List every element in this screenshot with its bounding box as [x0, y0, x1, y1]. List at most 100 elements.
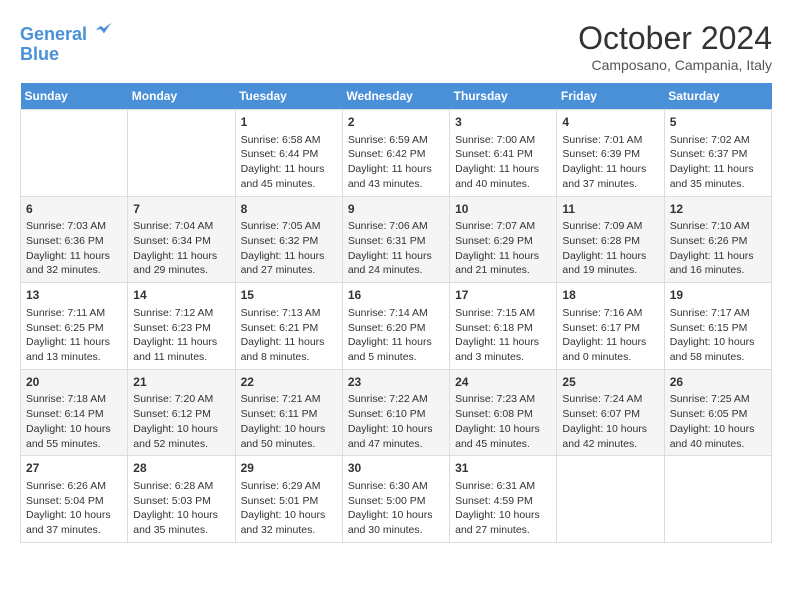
sunrise: Sunrise: 7:17 AM	[670, 307, 750, 319]
day-number: 4	[562, 114, 658, 131]
sunset: Sunset: 6:08 PM	[455, 408, 533, 420]
daylight: Daylight: 10 hours and 32 minutes.	[241, 509, 326, 536]
day-number: 16	[348, 287, 444, 304]
sunrise: Sunrise: 7:20 AM	[133, 393, 213, 405]
cell-0-0	[21, 110, 128, 197]
sunset: Sunset: 6:44 PM	[241, 148, 319, 160]
daylight: Daylight: 11 hours and 27 minutes.	[241, 250, 325, 277]
location: Camposano, Campania, Italy	[578, 57, 772, 73]
sunrise: Sunrise: 7:09 AM	[562, 220, 642, 232]
daylight: Daylight: 10 hours and 58 minutes.	[670, 336, 755, 363]
sunset: Sunset: 6:23 PM	[133, 322, 211, 334]
daylight: Daylight: 10 hours and 52 minutes.	[133, 423, 218, 450]
week-row-4: 20 Sunrise: 7:18 AM Sunset: 6:14 PM Dayl…	[21, 369, 772, 456]
day-number: 26	[670, 374, 766, 391]
sunset: Sunset: 6:21 PM	[241, 322, 319, 334]
daylight: Daylight: 11 hours and 43 minutes.	[348, 163, 432, 190]
daylight: Daylight: 11 hours and 16 minutes.	[670, 250, 754, 277]
calendar-header-row: Sunday Monday Tuesday Wednesday Thursday…	[21, 83, 772, 110]
day-number: 7	[133, 201, 229, 218]
sunrise: Sunrise: 7:00 AM	[455, 134, 535, 146]
sunrise: Sunrise: 6:59 AM	[348, 134, 428, 146]
daylight: Daylight: 11 hours and 37 minutes.	[562, 163, 646, 190]
day-number: 15	[241, 287, 337, 304]
sunset: Sunset: 6:17 PM	[562, 322, 640, 334]
day-number: 23	[348, 374, 444, 391]
daylight: Daylight: 11 hours and 13 minutes.	[26, 336, 110, 363]
cell-4-4: 31 Sunrise: 6:31 AM Sunset: 4:59 PM Dayl…	[450, 456, 557, 543]
cell-4-1: 28 Sunrise: 6:28 AM Sunset: 5:03 PM Dayl…	[128, 456, 235, 543]
calendar-table: Sunday Monday Tuesday Wednesday Thursday…	[20, 83, 772, 543]
sunrise: Sunrise: 7:03 AM	[26, 220, 106, 232]
daylight: Daylight: 10 hours and 30 minutes.	[348, 509, 433, 536]
day-number: 18	[562, 287, 658, 304]
cell-3-1: 21 Sunrise: 7:20 AM Sunset: 6:12 PM Dayl…	[128, 369, 235, 456]
day-number: 12	[670, 201, 766, 218]
sunset: Sunset: 6:15 PM	[670, 322, 748, 334]
day-number: 27	[26, 460, 122, 477]
sunrise: Sunrise: 6:28 AM	[133, 480, 213, 492]
sunset: Sunset: 6:12 PM	[133, 408, 211, 420]
sunset: Sunset: 6:36 PM	[26, 235, 104, 247]
cell-0-4: 3 Sunrise: 7:00 AM Sunset: 6:41 PM Dayli…	[450, 110, 557, 197]
sunset: Sunset: 6:41 PM	[455, 148, 533, 160]
sunrise: Sunrise: 7:10 AM	[670, 220, 750, 232]
daylight: Daylight: 10 hours and 27 minutes.	[455, 509, 540, 536]
day-number: 14	[133, 287, 229, 304]
cell-2-4: 17 Sunrise: 7:15 AM Sunset: 6:18 PM Dayl…	[450, 283, 557, 370]
cell-3-2: 22 Sunrise: 7:21 AM Sunset: 6:11 PM Dayl…	[235, 369, 342, 456]
sunrise: Sunrise: 7:02 AM	[670, 134, 750, 146]
sunrise: Sunrise: 7:01 AM	[562, 134, 642, 146]
sunrise: Sunrise: 7:07 AM	[455, 220, 535, 232]
day-number: 6	[26, 201, 122, 218]
col-wednesday: Wednesday	[342, 83, 449, 110]
sunrise: Sunrise: 7:05 AM	[241, 220, 321, 232]
cell-3-3: 23 Sunrise: 7:22 AM Sunset: 6:10 PM Dayl…	[342, 369, 449, 456]
cell-1-2: 8 Sunrise: 7:05 AM Sunset: 6:32 PM Dayli…	[235, 196, 342, 283]
sunrise: Sunrise: 7:14 AM	[348, 307, 428, 319]
page-header: General Blue October 2024 Camposano, Cam…	[20, 20, 772, 73]
cell-2-5: 18 Sunrise: 7:16 AM Sunset: 6:17 PM Dayl…	[557, 283, 664, 370]
logo: General Blue	[20, 20, 114, 65]
cell-4-2: 29 Sunrise: 6:29 AM Sunset: 5:01 PM Dayl…	[235, 456, 342, 543]
cell-4-6	[664, 456, 771, 543]
sunset: Sunset: 6:10 PM	[348, 408, 426, 420]
cell-2-3: 16 Sunrise: 7:14 AM Sunset: 6:20 PM Dayl…	[342, 283, 449, 370]
cell-0-6: 5 Sunrise: 7:02 AM Sunset: 6:37 PM Dayli…	[664, 110, 771, 197]
day-number: 8	[241, 201, 337, 218]
col-monday: Monday	[128, 83, 235, 110]
daylight: Daylight: 11 hours and 11 minutes.	[133, 336, 217, 363]
cell-1-3: 9 Sunrise: 7:06 AM Sunset: 6:31 PM Dayli…	[342, 196, 449, 283]
daylight: Daylight: 10 hours and 40 minutes.	[670, 423, 755, 450]
cell-0-3: 2 Sunrise: 6:59 AM Sunset: 6:42 PM Dayli…	[342, 110, 449, 197]
sunset: Sunset: 5:04 PM	[26, 495, 104, 507]
col-tuesday: Tuesday	[235, 83, 342, 110]
cell-0-5: 4 Sunrise: 7:01 AM Sunset: 6:39 PM Dayli…	[557, 110, 664, 197]
day-number: 1	[241, 114, 337, 131]
day-number: 30	[348, 460, 444, 477]
sunset: Sunset: 6:39 PM	[562, 148, 640, 160]
week-row-2: 6 Sunrise: 7:03 AM Sunset: 6:36 PM Dayli…	[21, 196, 772, 283]
cell-2-6: 19 Sunrise: 7:17 AM Sunset: 6:15 PM Dayl…	[664, 283, 771, 370]
title-area: October 2024 Camposano, Campania, Italy	[578, 20, 772, 73]
daylight: Daylight: 11 hours and 24 minutes.	[348, 250, 432, 277]
sunset: Sunset: 5:03 PM	[133, 495, 211, 507]
month-title: October 2024	[578, 20, 772, 57]
sunrise: Sunrise: 7:25 AM	[670, 393, 750, 405]
sunset: Sunset: 6:34 PM	[133, 235, 211, 247]
sunrise: Sunrise: 6:58 AM	[241, 134, 321, 146]
day-number: 29	[241, 460, 337, 477]
day-number: 28	[133, 460, 229, 477]
day-number: 21	[133, 374, 229, 391]
sunrise: Sunrise: 7:13 AM	[241, 307, 321, 319]
logo-text-2: Blue	[20, 45, 114, 65]
cell-3-5: 25 Sunrise: 7:24 AM Sunset: 6:07 PM Dayl…	[557, 369, 664, 456]
sunset: Sunset: 6:26 PM	[670, 235, 748, 247]
daylight: Daylight: 11 hours and 8 minutes.	[241, 336, 325, 363]
cell-4-3: 30 Sunrise: 6:30 AM Sunset: 5:00 PM Dayl…	[342, 456, 449, 543]
cell-4-5	[557, 456, 664, 543]
week-row-5: 27 Sunrise: 6:26 AM Sunset: 5:04 PM Dayl…	[21, 456, 772, 543]
day-number: 2	[348, 114, 444, 131]
sunrise: Sunrise: 7:16 AM	[562, 307, 642, 319]
sunset: Sunset: 6:32 PM	[241, 235, 319, 247]
